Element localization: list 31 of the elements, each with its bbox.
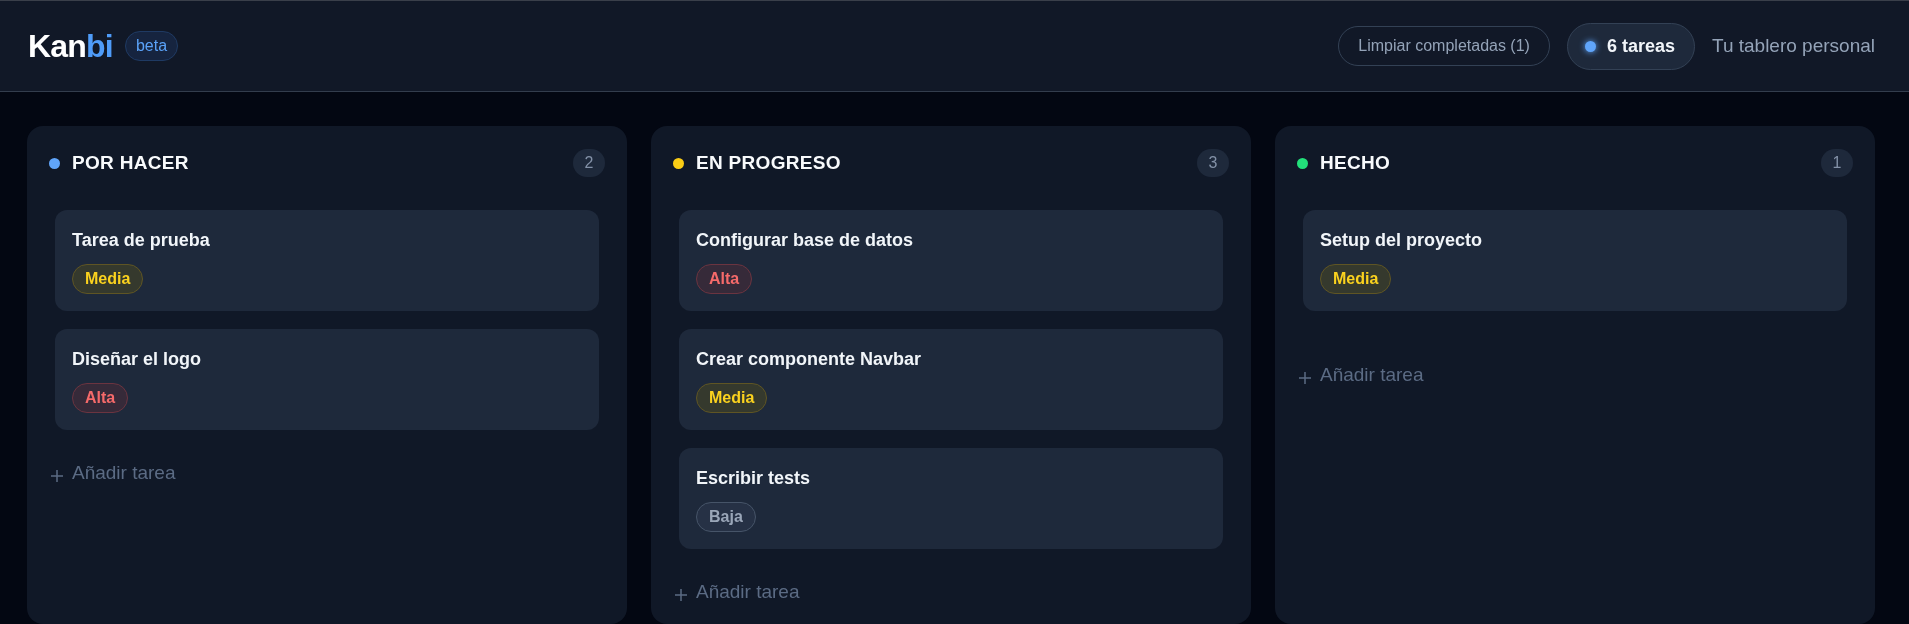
task-card[interactable]: Diseñar el logo Alta <box>55 329 599 430</box>
column-title: HECHO <box>1320 150 1391 175</box>
priority-tag: Alta <box>72 383 129 413</box>
beta-tag: beta <box>124 31 179 61</box>
priority-tag: Media <box>72 264 144 294</box>
column-count: 3 <box>1197 149 1229 177</box>
column-title: POR HACER <box>72 150 189 175</box>
priority-tag: Media <box>696 383 768 413</box>
logo: Kanbi <box>28 30 113 62</box>
priority-tag: Alta <box>696 264 753 294</box>
plus-icon <box>675 589 687 601</box>
priority-tag: Media <box>1320 264 1392 294</box>
card-title: Tarea de prueba <box>72 229 210 252</box>
task-card[interactable]: Setup del proyecto Media <box>1303 210 1847 311</box>
column-count: 1 <box>1821 149 1853 177</box>
task-card[interactable]: Configurar base de datos Alta <box>679 210 1223 311</box>
task-count: 6 tareas <box>1606 34 1675 58</box>
plus-icon <box>1299 372 1311 384</box>
card-title: Crear componente Navbar <box>696 348 922 371</box>
column-count: 2 <box>573 149 605 177</box>
priority-tag: Baja <box>696 502 756 532</box>
task-card[interactable]: Escribir tests Baja <box>679 448 1223 549</box>
card-title: Diseñar el logo <box>72 348 202 371</box>
column-title: EN PROGRESO <box>696 150 841 175</box>
plus-icon <box>51 470 63 482</box>
task-card[interactable]: Tarea de prueba Media <box>55 210 599 311</box>
task-card[interactable]: Crear componente Navbar Media <box>679 329 1223 430</box>
card-title: Configurar base de datos <box>696 229 914 252</box>
card-title: Setup del proyecto <box>1320 229 1483 252</box>
card-title: Escribir tests <box>696 467 811 490</box>
header-subtitle: Tu tablero personal <box>1712 33 1875 58</box>
